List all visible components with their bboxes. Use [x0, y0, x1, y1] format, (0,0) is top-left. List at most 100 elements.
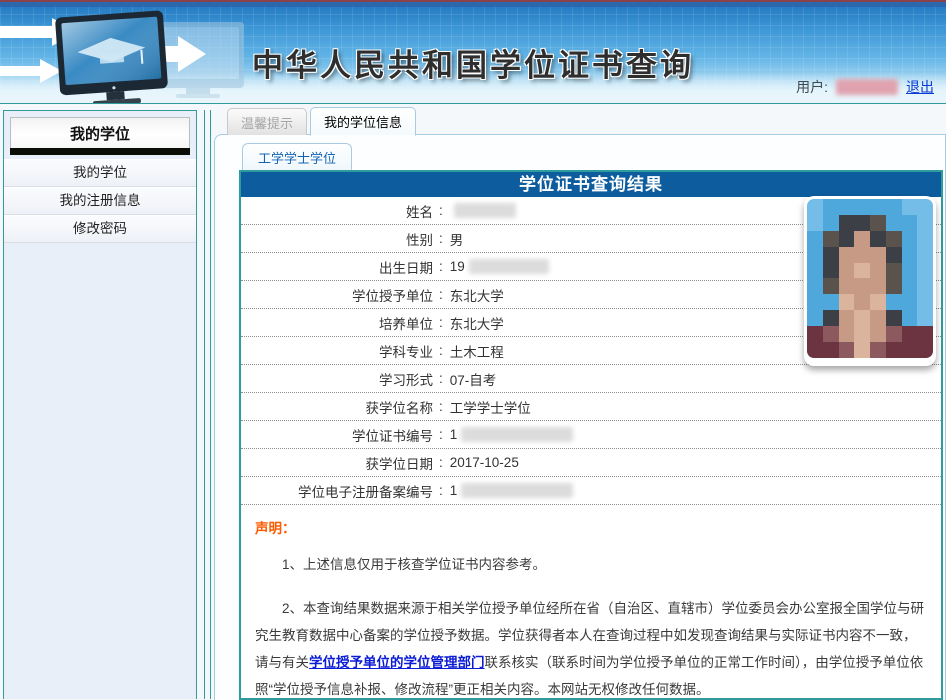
- photo-pixel: [854, 278, 870, 294]
- photo-pixel: [854, 215, 870, 231]
- declaration-item-2: 2、本查询结果数据来源于相关学位授予单位经所在省（自治区、直辖市）学位委员会办公…: [255, 595, 925, 700]
- photo-pixel: [807, 263, 823, 279]
- photo-pixel: [870, 231, 886, 247]
- row-value: 东北大学: [450, 313, 504, 333]
- photo-pixel: [886, 263, 902, 279]
- user-label: 用户:: [796, 77, 828, 97]
- photo-pixel: [917, 215, 933, 231]
- vertical-divider: [204, 110, 205, 699]
- photo-pixel: [886, 278, 902, 294]
- row-label: 学位电子注册备案编号: [241, 481, 433, 501]
- photo-pixel: [823, 310, 839, 326]
- photo-pixel: [886, 215, 902, 231]
- result-row: 学习形式:07-自考: [241, 365, 941, 393]
- username-redacted: [836, 79, 898, 95]
- photo-pixel: [870, 278, 886, 294]
- photo-pixel: [917, 278, 933, 294]
- row-label: 学习形式: [241, 369, 433, 389]
- photo-pixel: [807, 199, 823, 215]
- photo-pixel: [839, 263, 855, 279]
- photo-pixel: [870, 263, 886, 279]
- photo-pixel: [823, 247, 839, 263]
- header-banner: 中华人民共和国学位证书查询 用户: 退出: [0, 0, 946, 104]
- declaration-item-1: 1、上述信息仅用于核查学位证书内容参考。: [255, 551, 925, 578]
- photo-pixel: [839, 326, 855, 342]
- row-label: 获学位日期: [241, 453, 433, 473]
- logout-link[interactable]: 退出: [906, 77, 934, 97]
- photo-pixel: [823, 294, 839, 310]
- photo-pixel: [886, 231, 902, 247]
- photo-pixel: [886, 310, 902, 326]
- photo-pixel: [854, 247, 870, 263]
- row-value: 1: [450, 427, 458, 442]
- row-label: 获学位名称: [241, 397, 433, 417]
- photo-pixel: [902, 342, 918, 358]
- redacted-value: [454, 203, 516, 218]
- row-colon: :: [439, 343, 443, 358]
- photo-pixel: [854, 342, 870, 358]
- photo-pixel: [839, 294, 855, 310]
- photo-pixel: [839, 199, 855, 215]
- degree-holder-photo: [804, 196, 936, 366]
- photo-pixel: [870, 294, 886, 310]
- photo-pixel: [807, 278, 823, 294]
- photo-pixel: [807, 247, 823, 263]
- sidebar-item-2[interactable]: 修改密码: [4, 215, 196, 243]
- redacted-value: [461, 427, 573, 442]
- photo-pixel: [917, 199, 933, 215]
- sidebar-item-1[interactable]: 我的注册信息: [4, 187, 196, 215]
- photo-pixel: [823, 278, 839, 294]
- photo-pixel: [807, 294, 823, 310]
- row-value: 1: [450, 483, 458, 498]
- photo-pixel: [807, 326, 823, 342]
- photo-pixel: [823, 263, 839, 279]
- photo-pixel: [886, 342, 902, 358]
- photo-pixel: [854, 310, 870, 326]
- user-bar: 用户: 退出: [796, 77, 934, 97]
- row-value: 19: [450, 259, 465, 274]
- photo-pixel: [807, 231, 823, 247]
- row-value: 07-自考: [450, 369, 497, 389]
- sidebar-title-underline: [10, 148, 190, 155]
- photo-pixel: [886, 199, 902, 215]
- photo-pixel: [870, 326, 886, 342]
- row-colon: :: [439, 287, 443, 302]
- row-colon: :: [439, 259, 443, 274]
- photo-pixel: [854, 326, 870, 342]
- row-value: 工学学士学位: [450, 397, 531, 417]
- result-title: 学位证书查询结果: [241, 172, 941, 197]
- sidebar-item-0[interactable]: 我的学位: [4, 159, 196, 187]
- tab-degree-bachelor[interactable]: 工学学士学位: [242, 143, 352, 170]
- photo-pixel: [839, 342, 855, 358]
- result-row: 学位电子注册备案编号:1: [241, 477, 941, 505]
- row-colon: :: [439, 315, 443, 330]
- photo-pixel: [870, 342, 886, 358]
- result-row: 获学位名称:工学学士学位: [241, 393, 941, 421]
- photo-pixel: [917, 310, 933, 326]
- row-value: 土木工程: [450, 341, 504, 361]
- tab-0[interactable]: 温馨提示: [227, 108, 307, 135]
- photo-pixel: [917, 231, 933, 247]
- degree-office-link[interactable]: 学位授予单位的学位管理部门: [309, 655, 485, 670]
- photo-pixel: [917, 247, 933, 263]
- photo-pixel: [854, 294, 870, 310]
- tab-panel: 工学学士学位 学位证书查询结果 姓名:性别:男出生日期:19学位授予单位:东北大…: [214, 134, 946, 700]
- tab-1[interactable]: 我的学位信息: [310, 107, 416, 136]
- query-result-box: 学位证书查询结果 姓名:性别:男出生日期:19学位授予单位:东北大学培养单位:东…: [239, 170, 943, 700]
- photo-pixel: [902, 247, 918, 263]
- row-label: 学科专业: [241, 341, 433, 361]
- photo-pixel: [917, 263, 933, 279]
- photo-pixel: [902, 326, 918, 342]
- photo-pixel: [823, 326, 839, 342]
- row-value: 2017-10-25: [450, 455, 519, 470]
- photo-pixel: [886, 326, 902, 342]
- photo-pixel: [870, 215, 886, 231]
- row-colon: :: [439, 427, 443, 442]
- row-colon: :: [439, 203, 443, 218]
- sidebar: 我的学位 我的学位我的注册信息修改密码: [3, 110, 197, 699]
- photo-pixel: [807, 215, 823, 231]
- redacted-value: [461, 483, 573, 498]
- sidebar-menu: 我的学位我的注册信息修改密码: [4, 159, 196, 243]
- photo-pixel: [839, 231, 855, 247]
- row-label: 姓名: [241, 201, 433, 221]
